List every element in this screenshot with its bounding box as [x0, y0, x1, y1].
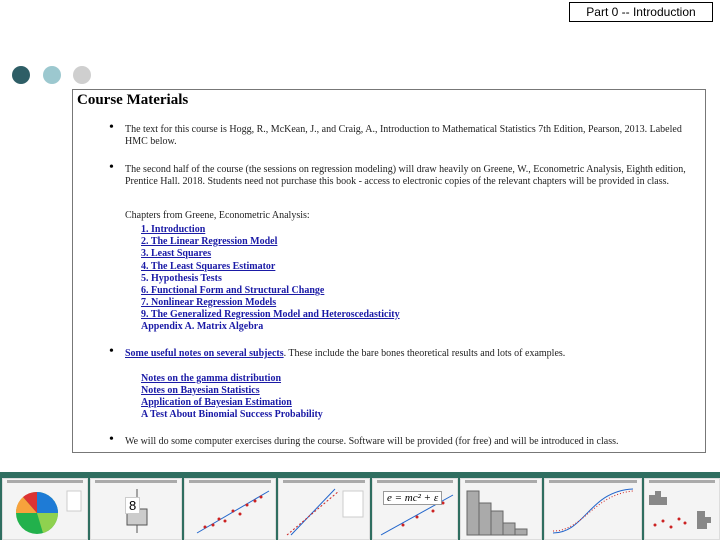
- chapter-link[interactable]: 6. Functional Form and Structural Change: [141, 285, 324, 297]
- logistic-curve-thumbnail: [544, 478, 642, 540]
- part-label: Part 0 -- Introduction: [569, 2, 713, 22]
- panel-title: Course Materials: [77, 92, 189, 108]
- bullet-icon: •: [109, 160, 114, 175]
- paragraph-software: We will do some computer exercises durin…: [125, 436, 619, 447]
- decorative-dot: [43, 66, 61, 84]
- probability-plot-thumbnail: [278, 478, 370, 540]
- bullet-icon: •: [109, 344, 114, 359]
- chapter-link[interactable]: 9. The Generalized Regression Model and …: [141, 309, 400, 321]
- chapter-link[interactable]: 2. The Linear Regression Model: [141, 236, 277, 248]
- paragraph-greene: The second half of the course (the sessi…: [125, 164, 686, 187]
- pie-chart-thumbnail: [2, 478, 88, 540]
- bullet-icon: •: [109, 432, 114, 447]
- notes-description: . These include the bare bones theoretic…: [283, 348, 566, 359]
- paragraph-notes: Some useful notes on several subjects. T…: [125, 348, 697, 360]
- scatter-thumbnail: [184, 478, 276, 540]
- note-link[interactable]: Notes on the gamma distribution: [141, 373, 281, 385]
- note-link[interactable]: Application of Bayesian Estimation: [141, 397, 292, 409]
- decorative-dot: [12, 66, 30, 84]
- chapter-link[interactable]: 5. Hypothesis Tests: [141, 273, 222, 285]
- bullet-icon: •: [109, 120, 114, 135]
- boxplot-thumbnail: 8: [90, 478, 182, 540]
- chapter-link[interactable]: 4. The Least Squares Estimator: [141, 261, 275, 273]
- course-materials-panel: Course Materials • The text for this cou…: [72, 89, 706, 453]
- notes-link[interactable]: Some useful notes on several subjects: [125, 348, 284, 359]
- decorative-dot: [73, 66, 91, 84]
- chapter-link[interactable]: 1. Introduction: [141, 224, 205, 236]
- chapter-link[interactable]: 3. Least Squares: [141, 248, 211, 260]
- equation-label: e = mc² + ε: [383, 491, 443, 505]
- box-number: 8: [125, 497, 141, 514]
- equation-thumbnail: e = mc² + ε: [372, 478, 458, 540]
- scatter-histogram-thumbnail: [644, 478, 720, 540]
- chapter-link[interactable]: 7. Nonlinear Regression Models: [141, 297, 276, 309]
- note-link[interactable]: Notes on Bayesian Statistics: [141, 385, 260, 397]
- chapter-link[interactable]: Appendix A. Matrix Algebra: [141, 321, 263, 333]
- chapters-label: Chapters from Greene, Econometric Analys…: [125, 210, 310, 221]
- note-link[interactable]: A Test About Binomial Success Probabilit…: [141, 409, 323, 421]
- histogram-thumbnail: [460, 478, 542, 540]
- paragraph-textbook: The text for this course is Hogg, R., Mc…: [125, 124, 682, 147]
